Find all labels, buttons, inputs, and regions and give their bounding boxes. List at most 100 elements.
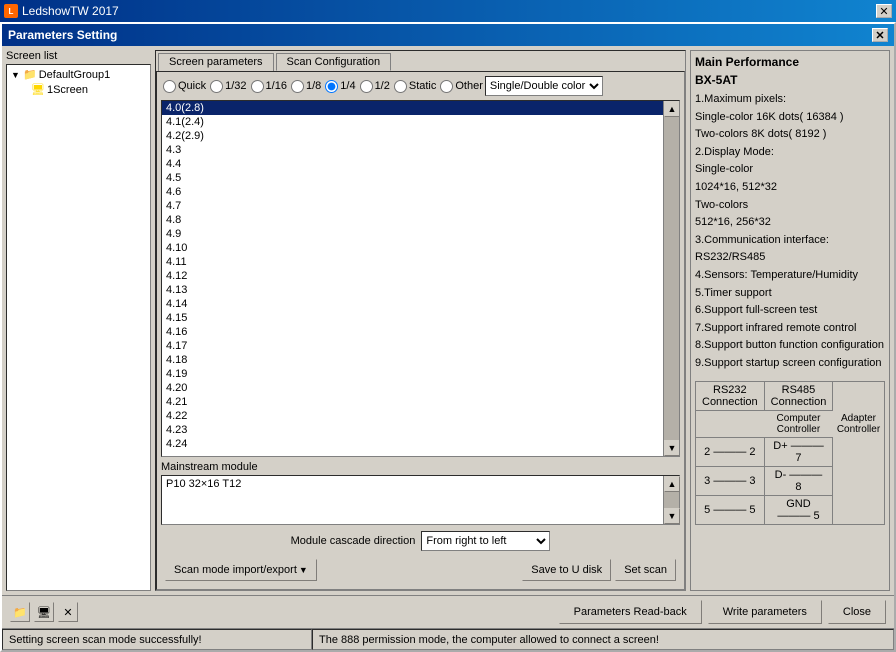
perf-item: Two-colors 8K dots( 8192 ) — [695, 126, 885, 144]
radio-static[interactable]: Static — [392, 80, 437, 93]
list-item[interactable]: 4.5 — [162, 171, 679, 185]
conn-row2-right: D- ——— 8 — [764, 466, 833, 495]
list-item[interactable]: 4.7 — [162, 199, 679, 213]
close-btn[interactable]: Close — [828, 600, 886, 624]
list-item[interactable]: 4.11 — [162, 255, 679, 269]
tab-scan-config[interactable]: Scan Configuration — [276, 53, 392, 71]
module-section: Mainstream module P10 32×16 T12 ▲ ▼ — [161, 461, 680, 525]
list-item[interactable]: 4.18 — [162, 353, 679, 367]
cascade-select[interactable]: From right to leftFrom left to rightFrom… — [421, 531, 550, 551]
conn-row1-right: D+ ——— 7 — [764, 437, 833, 466]
list-item[interactable]: 4.12 — [162, 269, 679, 283]
list-item[interactable]: 4.4 — [162, 157, 679, 171]
module-scroll-down[interactable]: ▼ — [664, 508, 680, 524]
folder-icon: 📁 — [23, 68, 37, 81]
perf-item: Single-color 16K dots( 16384 ) — [695, 109, 885, 127]
dropdown-arrow-icon: ▼ — [299, 565, 308, 575]
content-area: Screen list ▼ 📁 DefaultGroup1 🖥 1Screen … — [2, 46, 894, 595]
screen-tree: ▼ 📁 DefaultGroup1 🖥 1Screen — [6, 64, 151, 591]
perf-item: 8.Support button function configuration — [695, 337, 885, 355]
list-item[interactable]: 4.19 — [162, 367, 679, 381]
list-item[interactable]: 4.6 — [162, 185, 679, 199]
list-item[interactable]: 4.23 — [162, 423, 679, 437]
set-scan-btn[interactable]: Set scan — [615, 559, 676, 581]
tab-content-scan: Quick 1/32 1/16 1/8 1/4 1 — [156, 71, 685, 590]
list-item[interactable]: 4.15 — [162, 311, 679, 325]
taskbar-btn-close[interactable]: ✕ — [58, 602, 78, 622]
left-panel: Screen list ▼ 📁 DefaultGroup1 🖥 1Screen — [6, 50, 151, 591]
module-label: Mainstream module — [161, 461, 680, 473]
color-select[interactable]: Single/Double colorFull color — [485, 76, 603, 96]
tree-group-label: DefaultGroup1 — [39, 69, 111, 81]
list-item[interactable]: 4.8 — [162, 213, 679, 227]
tab-screen-params[interactable]: Screen parameters — [158, 53, 274, 71]
performance-box: Main Performance BX-5AT 1.Maximum pixels… — [690, 50, 890, 591]
list-item[interactable]: 4.22 — [162, 409, 679, 423]
radio-1-2[interactable]: 1/2 — [358, 80, 390, 93]
tree-group[interactable]: ▼ 📁 DefaultGroup1 — [9, 67, 148, 82]
scan-radio-row: Quick 1/32 1/16 1/8 1/4 1 — [161, 76, 680, 96]
radio-1-8[interactable]: 1/8 — [289, 80, 321, 93]
app-icon: L — [4, 4, 18, 18]
module-box: P10 32×16 T12 ▲ ▼ — [161, 475, 680, 525]
radio-1-32[interactable]: 1/32 — [208, 80, 246, 93]
tree-expand-icon: ▼ — [11, 70, 21, 80]
perf-title: Main Performance — [695, 55, 885, 69]
list-scroll-up[interactable]: ▲ — [664, 101, 680, 117]
scan-list-inner[interactable]: 4.0(2.8)4.1(2.4)4.2(2.9)4.34.44.54.64.74… — [162, 101, 679, 456]
perf-item: 7.Support infrared remote control — [695, 320, 885, 338]
app-title: LedshowTW 2017 — [22, 4, 119, 18]
dialog-close-btn[interactable]: ✕ — [872, 28, 888, 42]
list-scroll-down[interactable]: ▼ — [664, 440, 680, 456]
connection-table: RS232Connection RS485Connection Computer… — [695, 381, 885, 525]
status-right: The 888 permission mode, the computer al… — [312, 629, 894, 650]
module-scroll: ▲ ▼ — [663, 476, 679, 524]
main-window: Parameters Setting ✕ Screen list ▼ 📁 Def… — [0, 22, 896, 652]
bottom-buttons: Scan mode import/export ▼ Save to U disk… — [161, 555, 680, 585]
list-item[interactable]: 4.14 — [162, 297, 679, 311]
module-scroll-track — [664, 492, 679, 508]
tree-screen[interactable]: 🖥 1Screen — [29, 82, 148, 97]
write-params-btn[interactable]: Write parameters — [708, 600, 822, 624]
conn-row1-left: 2 ——— 2 — [696, 437, 765, 466]
list-scroll-track — [664, 117, 679, 440]
save-u-disk-btn[interactable]: Save to U disk — [522, 559, 611, 581]
conn-col-rs485: RS485Connection — [764, 381, 833, 410]
screen-icon: 🖥 — [31, 83, 45, 96]
list-item[interactable]: 4.1(2.4) — [162, 115, 679, 129]
perf-item: 3.Communication interface: — [695, 232, 885, 250]
module-scroll-up[interactable]: ▲ — [664, 476, 680, 492]
import-export-btn[interactable]: Scan mode import/export ▼ — [165, 559, 317, 581]
radio-1-4[interactable]: 1/4 — [323, 80, 355, 93]
cascade-row: Module cascade direction From right to l… — [161, 531, 680, 551]
app-close-btn[interactable]: ✕ — [876, 4, 892, 18]
scan-list: 4.0(2.8)4.1(2.4)4.2(2.9)4.34.44.54.64.74… — [161, 100, 680, 457]
list-item[interactable]: 4.10 — [162, 241, 679, 255]
list-item[interactable]: 4.20 — [162, 381, 679, 395]
radio-1-16[interactable]: 1/16 — [249, 80, 287, 93]
dialog-title-text: Parameters Setting — [8, 28, 117, 42]
perf-item: 4.Sensors: Temperature/Humidity — [695, 267, 885, 285]
list-item[interactable]: 4.16 — [162, 325, 679, 339]
taskbar-btn-folder[interactable]: 📁 — [10, 602, 30, 622]
radio-quick[interactable]: Quick — [161, 80, 206, 93]
list-item[interactable]: 4.21 — [162, 395, 679, 409]
footer-area: 📁 🖥 ✕ Parameters Read-back Write paramet… — [2, 595, 894, 628]
radio-other[interactable]: Other — [438, 80, 483, 93]
conn-row3-right: GND ——— 5 — [764, 495, 833, 524]
conn-adapter-label: Adapter Controller — [833, 410, 885, 437]
list-item[interactable]: 4.13 — [162, 283, 679, 297]
title-bar: L LedshowTW 2017 ✕ — [0, 0, 896, 22]
screen-list-label: Screen list — [6, 50, 151, 62]
perf-item: Two-colors — [695, 197, 885, 215]
list-item[interactable]: 4.24 — [162, 437, 679, 451]
list-item[interactable]: 4.3 — [162, 143, 679, 157]
taskbar-btn-screen[interactable]: 🖥 — [34, 602, 54, 622]
conn-row3-left: 5 ——— 5 — [696, 495, 765, 524]
list-item[interactable]: 4.9 — [162, 227, 679, 241]
list-item[interactable]: 4.0(2.8) — [162, 101, 679, 115]
list-item[interactable]: 4.2(2.9) — [162, 129, 679, 143]
list-item[interactable]: 4.17 — [162, 339, 679, 353]
status-left: Setting screen scan mode successfully! — [2, 629, 312, 650]
params-readback-btn[interactable]: Parameters Read-back — [559, 600, 702, 624]
